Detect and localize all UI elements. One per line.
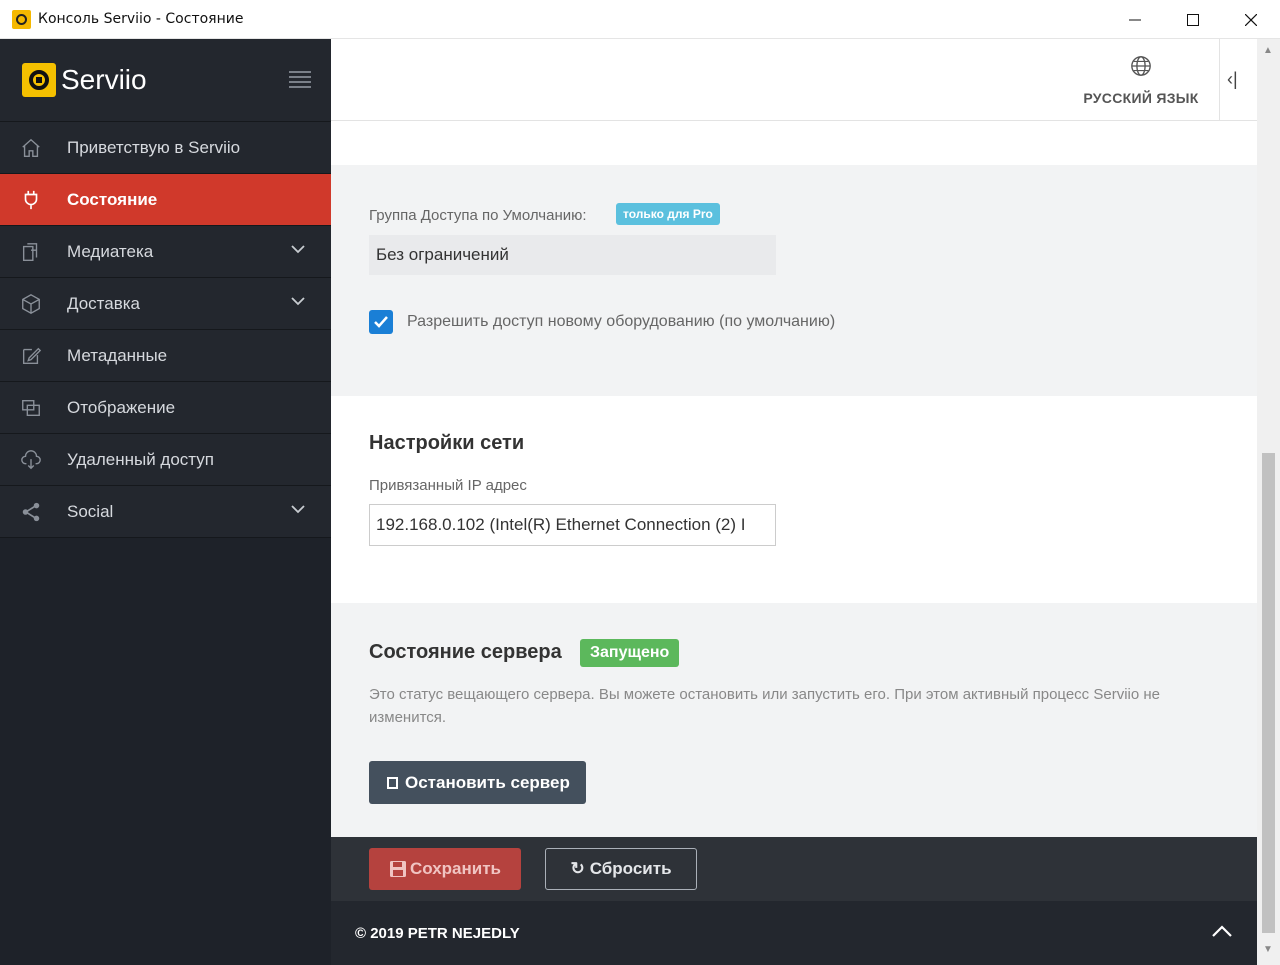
chevron-down-icon — [291, 245, 305, 254]
sidebar: Serviio Приветствую в Serviio Состояние … — [0, 39, 331, 965]
collapse-panel-icon[interactable]: ‹| — [1227, 69, 1238, 90]
edit-icon — [19, 344, 43, 368]
close-icon — [1245, 13, 1257, 26]
scrollbar[interactable]: ▲ ▼ — [1257, 39, 1280, 965]
save-button[interactable]: Сохранить — [369, 848, 521, 890]
chevron-down-icon — [291, 297, 305, 306]
brand-name: Serviio — [61, 64, 147, 95]
save-label: Сохранить — [409, 859, 502, 878]
divider — [1219, 39, 1220, 121]
allow-new-devices-label: Разрешить доступ новому оборудованию (по… — [407, 313, 836, 330]
main-content: РУССКИЙ ЯЗЫК ‹| Группа Доступа по Умолча… — [331, 39, 1257, 965]
scroll-up-arrow-icon[interactable]: ▲ — [1263, 45, 1273, 56]
sidebar-item-label: Доставка — [67, 293, 141, 313]
stop-server-button[interactable]: Остановить сервер — [369, 761, 586, 804]
plug-icon — [19, 188, 43, 212]
stop-icon — [387, 776, 398, 789]
serviio-logo-icon — [12, 9, 31, 29]
sidebar-item-label: Медиатека — [67, 241, 154, 261]
access-group-select[interactable]: Без ограничений — [369, 235, 776, 275]
window-titlebar: Консоль Serviio - Состояние — [0, 0, 1280, 39]
sidebar-item-label: Состояние — [67, 189, 158, 209]
topbar: РУССКИЙ ЯЗЫК ‹| — [331, 39, 1257, 121]
brand: Serviio — [0, 39, 331, 122]
sidebar-item-presentation[interactable]: Отображение — [0, 382, 331, 434]
globe-icon — [1131, 56, 1151, 76]
access-section: Группа Доступа по Умолчанию: только для … — [331, 165, 1257, 396]
reset-button[interactable]: ↻ Сбросить — [545, 848, 697, 890]
sidebar-item-delivery[interactable]: Доставка — [0, 278, 331, 330]
checkmark-icon — [374, 316, 388, 328]
sidebar-nav: Приветствую в Serviio Состояние Медиатек… — [0, 122, 331, 538]
sidebar-item-status[interactable]: Состояние — [0, 174, 331, 226]
sidebar-item-social[interactable]: Social — [0, 486, 331, 538]
bound-ip-input[interactable]: 192.168.0.102 (Intel(R) Ethernet Connect… — [369, 504, 776, 546]
library-icon — [19, 240, 43, 264]
maximize-icon — [1187, 13, 1199, 26]
sidebar-item-label: Метаданные — [67, 345, 168, 365]
action-bar: Сохранить ↻ Сбросить — [331, 837, 1257, 901]
sidebar-item-label: Social — [67, 501, 114, 521]
scroll-down-arrow-icon[interactable]: ▼ — [1263, 944, 1273, 955]
server-status-description: Это статус вещающего сервера. Вы можете … — [369, 686, 1160, 726]
undo-icon: ↻ — [570, 859, 585, 878]
status-badge: Запущено — [580, 639, 680, 667]
sidebar-item-label: Удаленный доступ — [67, 449, 214, 469]
scrollbar-thumb[interactable] — [1262, 453, 1275, 933]
cloud-download-icon — [19, 448, 43, 472]
sidebar-item-library[interactable]: Медиатека — [0, 226, 331, 278]
share-icon — [19, 500, 43, 524]
server-status-heading: Состояние сервера — [369, 641, 562, 663]
window-controls — [1106, 0, 1280, 39]
serviio-logo-icon — [22, 63, 56, 97]
allow-new-devices-checkbox[interactable] — [369, 310, 393, 334]
floppy-disk-icon — [389, 861, 406, 877]
stop-server-label: Остановить сервер — [405, 772, 570, 792]
scroll-to-top-icon[interactable] — [1211, 923, 1233, 939]
home-icon — [19, 136, 43, 160]
window-title: Консоль Serviio - Состояние — [38, 11, 244, 27]
screens-icon — [19, 396, 43, 420]
footer: © 2019 PETR NEJEDLY — [331, 901, 1257, 965]
copyright: © 2019 PETR NEJEDLY — [355, 925, 520, 942]
minimize-button[interactable] — [1106, 0, 1164, 39]
hamburger-menu-icon[interactable] — [289, 71, 311, 88]
access-group-label: Группа Доступа по Умолчанию: — [369, 207, 587, 224]
reset-label: Сбросить — [589, 859, 672, 878]
box-icon — [19, 292, 43, 316]
sidebar-item-welcome[interactable]: Приветствую в Serviio — [0, 122, 331, 174]
sidebar-item-label: Отображение — [67, 397, 176, 417]
close-window-button[interactable] — [1222, 0, 1280, 39]
bound-ip-label: Привязанный IP адрес — [369, 477, 527, 494]
chevron-down-icon — [291, 505, 305, 514]
sidebar-item-remote-access[interactable]: Удаленный доступ — [0, 434, 331, 486]
sidebar-item-label: Приветствую в Serviio — [67, 137, 241, 157]
network-section: Настройки сети Привязанный IP адрес 192.… — [331, 396, 1257, 603]
language-selector[interactable]: РУССКИЙ ЯЗЫК — [1083, 55, 1199, 106]
pro-only-badge: только для Pro — [616, 203, 720, 225]
minimize-icon — [1129, 19, 1141, 20]
network-heading: Настройки сети — [369, 432, 525, 454]
server-status-section: Состояние сервера Запущено Это статус ве… — [331, 603, 1257, 837]
language-label: РУССКИЙ ЯЗЫК — [1083, 90, 1199, 106]
maximize-button[interactable] — [1164, 0, 1222, 39]
sidebar-item-metadata[interactable]: Метаданные — [0, 330, 331, 382]
